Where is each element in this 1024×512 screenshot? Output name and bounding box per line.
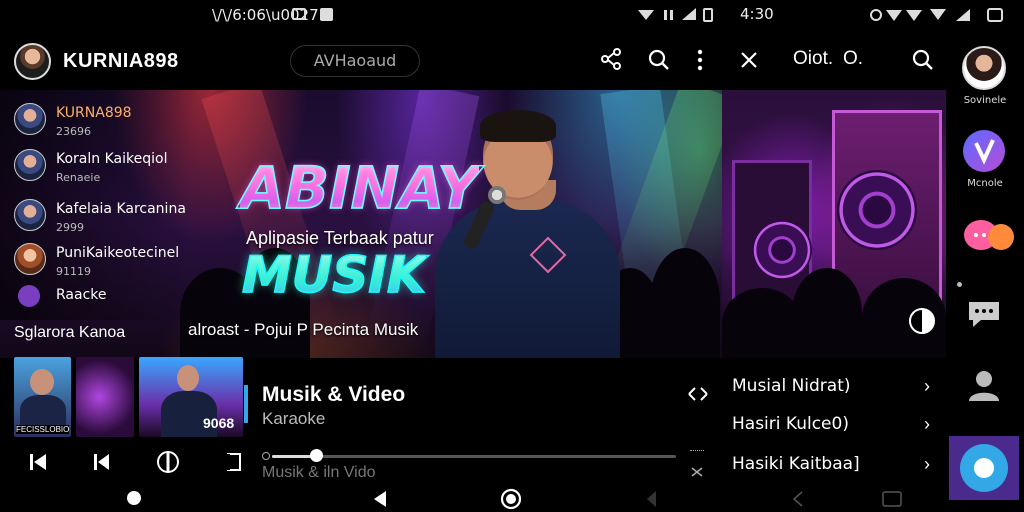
singer-figure xyxy=(435,198,620,358)
more-vert-icon[interactable] xyxy=(696,49,704,71)
swap-icon[interactable] xyxy=(688,386,708,402)
side-avatar xyxy=(14,149,46,181)
thumbnail[interactable] xyxy=(76,357,134,437)
app-screen: \/\/6:06\u0027 4:30 KURNIA898 AVHaoaud O… xyxy=(0,0,1024,512)
player-title: Musik & Video xyxy=(262,383,406,406)
chevron-right-icon: › xyxy=(924,414,930,434)
side-item-name: KURNA898 xyxy=(56,105,132,121)
right-list: Musial Nidrat) › Hasiri Kulce0) › Hasiki… xyxy=(722,358,946,488)
hero-headline: ABINAY xyxy=(239,153,480,223)
nav-home-dot-icon[interactable] xyxy=(127,491,141,505)
nav-recents-icon[interactable] xyxy=(880,490,904,508)
side-item-name: PuniKaikeotecinel xyxy=(56,245,180,261)
side-item[interactable]: Koraln Kaikeqiol Renaeie xyxy=(14,147,194,185)
close-icon[interactable] xyxy=(740,51,758,69)
progress-knob[interactable] xyxy=(310,449,324,462)
side-avatar xyxy=(14,199,46,231)
right-title: Oiot. xyxy=(793,48,834,69)
hero-tagline: alroast - Pojui P Pecinta Musik xyxy=(188,320,419,339)
notification-icon xyxy=(320,8,333,21)
nav-back-icon[interactable] xyxy=(372,490,388,508)
player-footer: Musik & iln Vido xyxy=(262,464,376,481)
rail-label: Mcnole xyxy=(967,178,1003,189)
rail-label: Sovinele xyxy=(963,95,1007,106)
share-icon[interactable] xyxy=(600,48,622,70)
play-pause-icon[interactable] xyxy=(156,450,180,474)
gallery-icon xyxy=(292,8,306,20)
search-pill[interactable]: AVHaoaud xyxy=(290,45,420,77)
compare-toggle-icon[interactable] xyxy=(908,307,936,335)
nav-home-icon[interactable] xyxy=(500,488,522,510)
rail-avatar[interactable] xyxy=(962,46,1006,90)
side-item[interactable]: Raacke xyxy=(14,283,194,307)
page-dot xyxy=(957,282,962,287)
thumbnail-badge: FECISSLOBIO xyxy=(16,425,70,434)
status-icons-right xyxy=(870,8,1003,22)
nav-back-icon-3[interactable] xyxy=(792,490,804,508)
search-icon[interactable] xyxy=(648,49,670,71)
right-title-2: O. xyxy=(843,48,864,69)
speaker-graphic xyxy=(752,220,812,280)
side-item-sub: 2999 xyxy=(56,221,84,234)
right-list-item[interactable]: Hasiki Kaitbaa] xyxy=(732,454,860,474)
assistant-button[interactable] xyxy=(960,444,1008,492)
video-app-icon[interactable] xyxy=(963,130,1005,172)
close-small-icon[interactable] xyxy=(690,466,704,478)
progress-track[interactable] xyxy=(272,455,676,458)
rewind-icon[interactable] xyxy=(93,452,111,472)
thumbnail[interactable]: 9068 xyxy=(139,357,243,437)
side-item[interactable]: KURNA898 23696 xyxy=(14,101,194,139)
chevron-right-icon: › xyxy=(924,376,930,396)
message-icon[interactable] xyxy=(965,298,1003,330)
right-list-item[interactable]: Hasiri Kulce0) xyxy=(732,414,849,434)
thumbnail[interactable]: FECISSLOBIO xyxy=(14,357,71,437)
speaker-graphic xyxy=(837,170,917,250)
side-item[interactable]: PuniKaikeotecinel 91119 xyxy=(14,241,194,279)
side-item-name: Koraln Kaikeqiol xyxy=(56,151,168,167)
music-app-icon xyxy=(18,285,40,307)
search-icon-right[interactable] xyxy=(912,49,934,71)
side-item-name: Kafelaia Karcanina xyxy=(56,201,186,217)
right-list-item[interactable]: Musial Nidrat) xyxy=(732,376,851,396)
skip-previous-icon[interactable] xyxy=(28,452,48,472)
scroll-indicator xyxy=(244,385,248,423)
nav-bar xyxy=(0,484,946,512)
side-item-sub: Renaeie xyxy=(56,171,101,184)
person-icon[interactable] xyxy=(967,370,1001,402)
thumbnail-badge: 9068 xyxy=(203,415,235,431)
side-avatar xyxy=(14,103,46,135)
player-subtitle: Karaoke xyxy=(262,409,326,428)
status-time-right: 4:30 xyxy=(740,5,774,23)
progress-end-icon xyxy=(690,450,704,454)
side-item-sub: 91119 xyxy=(56,265,91,278)
side-item-name: Raacke xyxy=(56,287,107,303)
user-avatar[interactable] xyxy=(14,43,51,80)
status-icons-left xyxy=(638,8,713,22)
nav-back-icon-2[interactable] xyxy=(645,490,657,508)
section-label: Sglarora Kanoa xyxy=(14,324,126,341)
hero-headline-2: MUSIK xyxy=(241,245,426,305)
side-avatar xyxy=(14,243,46,275)
next-icon[interactable] xyxy=(226,452,242,472)
progress-start-dot xyxy=(262,452,270,460)
chat-bubbles-icon[interactable] xyxy=(964,220,1016,254)
username-title: KURNIA898 xyxy=(63,50,179,72)
side-item[interactable]: Kafelaia Karcanina 2999 xyxy=(14,197,194,235)
chevron-right-icon: › xyxy=(924,454,930,474)
side-item-sub: 23696 xyxy=(56,125,91,138)
